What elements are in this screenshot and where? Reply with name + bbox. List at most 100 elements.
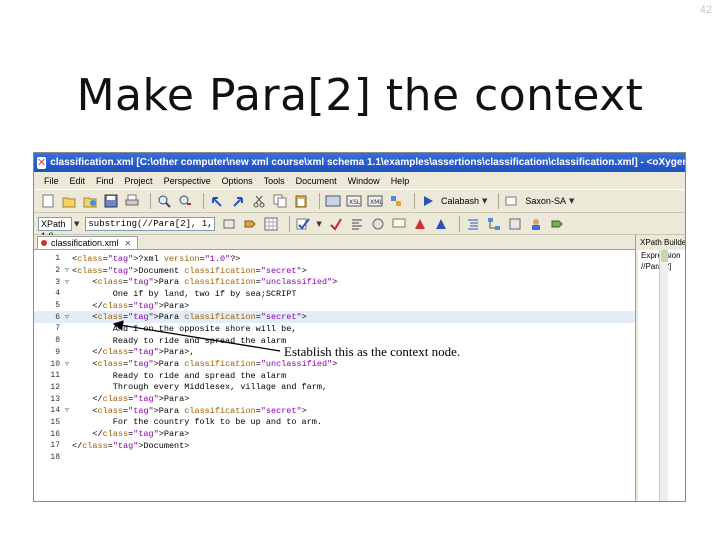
validate-icon[interactable] [504,193,520,209]
menu-perspective[interactable]: Perspective [164,176,211,186]
grid-icon[interactable] [263,216,279,232]
undo-icon[interactable] [209,193,225,209]
attributes-icon[interactable] [507,216,523,232]
chevron-down-icon[interactable]: ▼ [569,197,574,205]
window-titlebar[interactable]: ✕ classification.xml [C:\other computer\… [34,153,685,172]
code-line[interactable]: 5 </class="tag">Para> [34,300,635,312]
line-number: 8 [55,336,60,346]
xpath-version-select[interactable]: XPath 1.0 [38,216,72,241]
transform-scenario-label[interactable]: Calabash [441,196,479,206]
editor-tab-strip: classification.xml ✕ [34,235,635,250]
code-text: <class="tag">Para classification="unclas… [72,277,338,288]
format-icon[interactable] [349,216,365,232]
code-text: Through every Middlesex, village and far… [72,382,328,393]
xml-convert-icon[interactable]: XML [367,193,383,209]
code-line[interactable]: 4 One if by land, two if by sea;SCRIPT [34,288,635,300]
line-number: 15 [50,417,60,427]
transform-blue-icon[interactable] [433,216,449,232]
xpath-options-icon[interactable] [221,216,237,232]
menu-file[interactable]: File [44,176,59,186]
fold-toggle-icon[interactable]: ▽ [62,313,72,322]
code-line[interactable]: 13 </class="tag">Para> [34,393,635,405]
toolbar-separator [150,193,151,209]
toolbar-separator [319,193,320,209]
code-text: <class="tag">Document classification="se… [72,265,307,276]
code-line[interactable]: 2 ▽ <class="tag">Document classification="… [34,265,635,277]
editor-tab-classification[interactable]: classification.xml ✕ [37,236,139,249]
preview-icon[interactable] [325,193,341,209]
xpath-toolbar: XPath 1.0 ▼ substring(//Para[2], 1, 20) … [34,213,685,241]
cut-icon[interactable] [251,193,267,209]
validate-check-icon[interactable] [295,216,311,232]
menu-options[interactable]: Options [222,176,253,186]
line-number: 14 [50,406,60,416]
line-number: 6 [55,312,60,322]
line-number: 18 [50,453,60,463]
redo-icon[interactable] [230,193,246,209]
xpath-builder-header[interactable]: XPath Builder [638,235,685,250]
check-wellformed-icon[interactable] [328,216,344,232]
menu-help[interactable]: Help [391,176,410,186]
scrollbar[interactable] [659,250,668,501]
menu-edit[interactable]: Edit [70,176,86,186]
code-line[interactable]: 16 </class="tag">Para> [34,428,635,440]
code-line[interactable]: 15 For the country folk to be up and to … [34,417,635,429]
menu-tools[interactable]: Tools [264,176,285,186]
tree-icon[interactable] [486,216,502,232]
open-url-icon[interactable] [82,193,98,209]
xpath-expression-input[interactable]: substring(//Para[2], 1, 20) [85,216,216,231]
find-next-icon[interactable] [177,193,193,209]
print-icon[interactable] [124,193,140,209]
code-line[interactable]: 11 Ready to ride and spread the alarm [34,370,635,382]
line-number: 17 [50,441,60,451]
tag-list-icon[interactable] [549,216,565,232]
line-number: 4 [55,289,60,299]
menu-find[interactable]: Find [96,176,114,186]
code-line[interactable]: 12 Through every Middlesex, village and … [34,382,635,394]
fold-toggle-icon[interactable]: ▽ [62,360,72,369]
menu-window[interactable]: Window [348,176,380,186]
svg-text:XML: XML [370,199,383,206]
chevron-down-icon[interactable]: ▼ [316,220,321,228]
code-line[interactable]: 3 ▽ <class="tag">Para classification="unc… [34,276,635,288]
validator-label[interactable]: Saxon-SA [525,196,566,206]
scrollbar-thumb[interactable] [661,250,668,262]
code-text: For the country folk to be up and to arm… [72,417,322,428]
chevron-down-icon[interactable]: ▼ [74,220,79,228]
transform-red-icon[interactable] [412,216,428,232]
paste-icon[interactable] [293,193,309,209]
new-file-icon[interactable] [40,193,56,209]
code-line[interactable]: 14 ▽ <class="tag">Para classification="se… [34,405,635,417]
run-transform-icon[interactable] [420,193,436,209]
copy-icon[interactable] [272,193,288,209]
fold-toggle-icon[interactable]: ▽ [62,406,72,415]
debug-icon[interactable] [370,216,386,232]
outline-icon[interactable] [465,216,481,232]
schema-icon[interactable] [388,193,404,209]
fold-toggle-icon[interactable]: ▽ [62,266,72,275]
user-icon[interactable] [528,216,544,232]
code-text: <class="tag">Para classification="secret… [72,312,307,323]
tag-icon[interactable] [242,216,258,232]
menu-project[interactable]: Project [125,176,153,186]
code-line[interactable]: 17 </class="tag">Document> [34,440,635,452]
xsl-transform-icon[interactable]: XSL [346,193,362,209]
open-folder-icon[interactable] [61,193,77,209]
close-icon[interactable]: ✕ [125,239,132,248]
code-line[interactable]: 6 ▽ <class="tag">Para classification="sec… [34,311,635,324]
toolbar-separator [289,215,291,232]
modified-dot-icon [41,240,47,246]
code-line[interactable]: 7 And I on the opposite shore will be, [34,323,635,335]
chevron-down-icon[interactable]: ▼ [482,197,487,205]
find-icon[interactable] [156,193,172,209]
code-line[interactable]: 1 <class="tag">?xml version="1.0"?> [34,253,635,265]
fold-toggle-icon[interactable]: ▽ [62,278,72,287]
code-text: </class="tag">Para> [72,429,190,440]
menu-document[interactable]: Document [296,176,337,186]
code-text: Ready to ride and spread the alarm [72,370,287,381]
comment-icon[interactable] [391,216,407,232]
save-icon[interactable] [103,193,119,209]
toolbar-separator [414,193,415,209]
editor-pane[interactable]: classification.xml ✕ 1 <class="tag">?xml … [34,235,636,501]
code-line[interactable]: 18 [34,452,635,464]
